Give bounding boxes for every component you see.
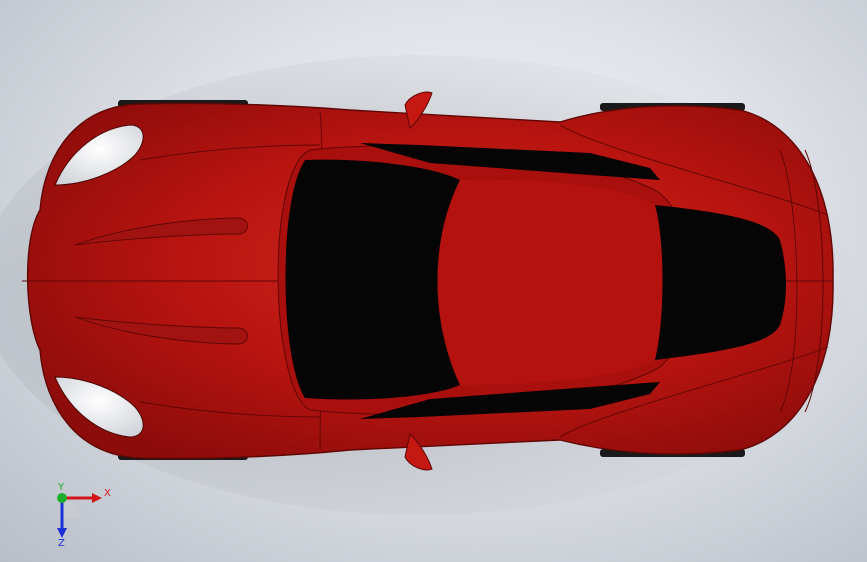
z-axis-label: Z bbox=[58, 538, 65, 548]
rear-window bbox=[655, 205, 786, 360]
y-axis-dot bbox=[57, 493, 67, 503]
coordinate-triad: X Y Z bbox=[40, 478, 120, 549]
y-axis-label: Y bbox=[57, 482, 65, 493]
graphics-viewport[interactable] bbox=[0, 0, 867, 562]
windshield bbox=[285, 159, 460, 400]
roof-panel bbox=[437, 179, 665, 385]
car-model-top-view[interactable] bbox=[0, 0, 867, 562]
x-axis-label: X bbox=[104, 488, 111, 499]
